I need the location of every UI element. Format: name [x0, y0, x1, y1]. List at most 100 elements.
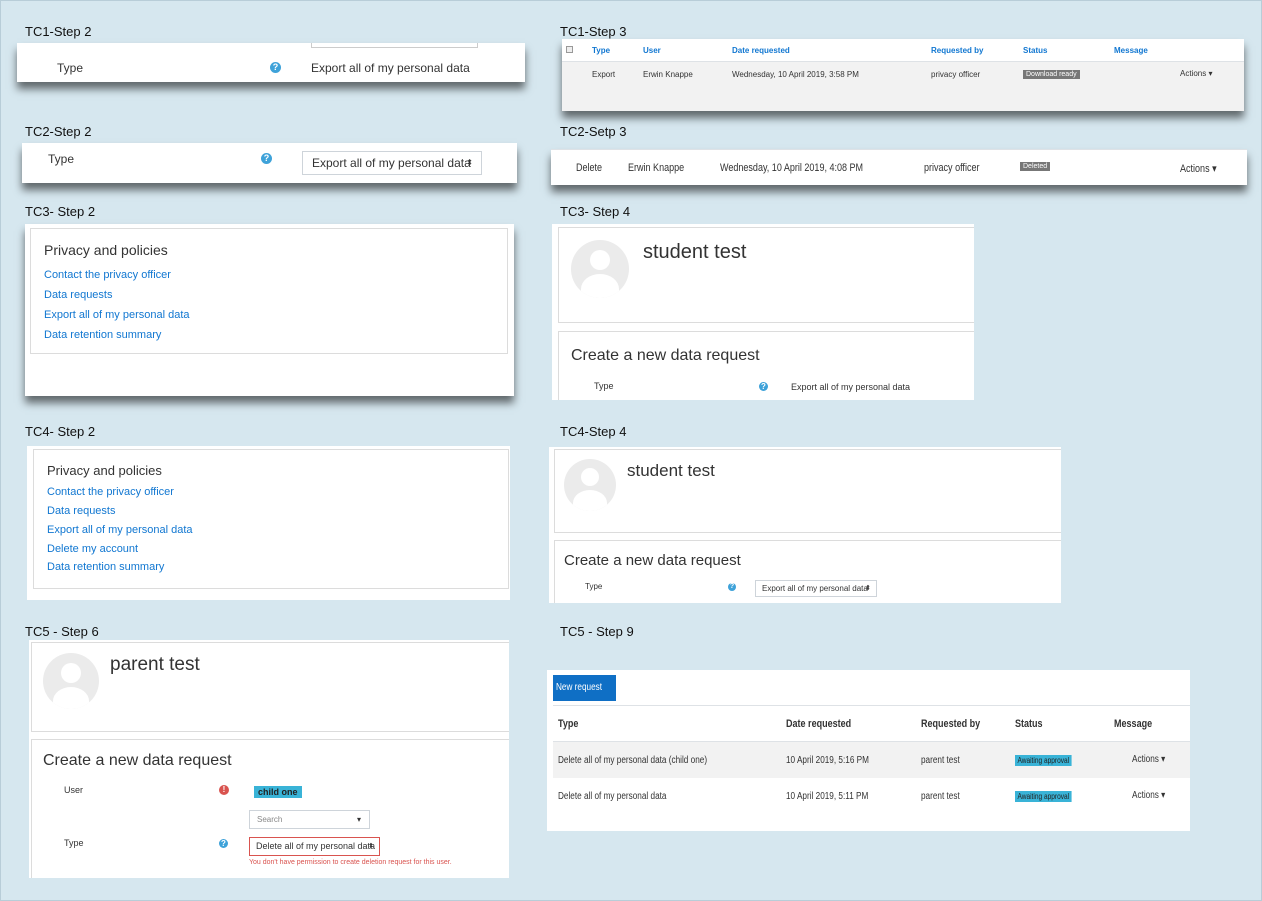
- avatar: [571, 240, 629, 298]
- help-icon[interactable]: ?: [728, 583, 736, 591]
- col-message[interactable]: Message: [1114, 46, 1148, 55]
- col-type[interactable]: Type: [558, 718, 578, 730]
- col-date-requested[interactable]: Date requested: [732, 46, 790, 55]
- table-top-border: [553, 705, 1190, 706]
- help-icon[interactable]: ?: [261, 153, 272, 164]
- row-type: Delete: [576, 162, 603, 174]
- status-badge: Deleted: [1020, 162, 1051, 171]
- actions-menu[interactable]: Actions ▾: [1180, 162, 1217, 175]
- row-type: Export: [592, 70, 616, 79]
- row-date: 10 April 2019, 5:11 PM: [786, 791, 869, 802]
- link-export-personal-data[interactable]: Export all of my personal data: [47, 524, 193, 536]
- link-contact-privacy-officer[interactable]: Contact the privacy officer: [47, 486, 174, 498]
- row-date: Wednesday, 10 April 2019, 3:58 PM: [732, 70, 859, 79]
- actions-menu[interactable]: Actions ▾: [1180, 69, 1212, 78]
- row-requested-by-link[interactable]: parent test: [921, 791, 960, 802]
- dropdown-caret-icon: ▾: [1161, 790, 1166, 801]
- row-user-link[interactable]: Erwin Knappe: [628, 162, 684, 174]
- avatar: [564, 459, 616, 511]
- link-data-requests[interactable]: Data requests: [44, 289, 112, 301]
- row-requested-by-link[interactable]: parent test: [921, 755, 960, 766]
- tc5-step6-panel: parent test Create a new data request Us…: [29, 640, 509, 878]
- profile-name: student test: [643, 241, 747, 263]
- tc3-step2-panel: Privacy and policies Contact the privacy…: [25, 224, 514, 396]
- actions-label: Actions: [1180, 163, 1210, 175]
- type-value: Export all of my personal data: [311, 61, 470, 75]
- actions-menu[interactable]: Actions ▾: [1132, 754, 1165, 765]
- dropdown-caret-icon: ▾: [356, 815, 361, 824]
- link-contact-privacy-officer[interactable]: Contact the privacy officer: [44, 269, 171, 281]
- data-request-form: Create a new data request User ! child o…: [31, 739, 509, 878]
- search-placeholder: Search: [257, 815, 283, 824]
- table-row: Delete all of my personal data (child on…: [553, 741, 1190, 779]
- type-select[interactable]: Export all of my personal data ⬍: [302, 151, 482, 175]
- table-header: Type User Date requested Requested by St…: [562, 39, 1244, 62]
- type-select[interactable]: Export all of my personal data ⬍: [755, 580, 877, 597]
- row-user-link[interactable]: Erwin Knappe: [643, 70, 693, 79]
- link-export-personal-data[interactable]: Export all of my personal data: [44, 309, 190, 321]
- user-chip[interactable]: child one: [254, 786, 302, 798]
- profile-header: parent test: [31, 642, 509, 732]
- profile-header: student test: [558, 227, 974, 323]
- status-badge: Download ready: [1023, 70, 1080, 79]
- form-title: Create a new data request: [43, 752, 232, 769]
- col-date-requested[interactable]: Date requested: [786, 718, 851, 730]
- help-icon[interactable]: ?: [759, 382, 768, 391]
- row-date: Wednesday, 10 April 2019, 4:08 PM: [720, 162, 864, 174]
- caption-tc3-step4: TC3- Step 4: [560, 204, 631, 219]
- col-user[interactable]: User: [643, 46, 661, 55]
- table-row: Export Erwin Knappe Wednesday, 10 April …: [562, 62, 1244, 111]
- row-type: Delete all of my personal data: [558, 791, 667, 802]
- col-status[interactable]: Status: [1023, 46, 1047, 55]
- new-request-button[interactable]: New request: [553, 675, 616, 701]
- type-select[interactable]: Delete all of my personal data ⬍: [249, 837, 380, 856]
- help-icon[interactable]: ?: [270, 62, 281, 73]
- data-request-form: Create a new data request Type ? Export …: [554, 540, 1061, 603]
- status-badge: Awaiting approval: [1015, 755, 1072, 766]
- caption-tc3-step2: TC3- Step 2: [25, 204, 96, 219]
- row-type: Delete all of my personal data (child on…: [558, 755, 708, 766]
- caption-tc2-step2: TC2-Step 2: [25, 124, 92, 139]
- tc1-step3-table: Type User Date requested Requested by St…: [562, 39, 1244, 111]
- privacy-card: Privacy and policies Contact the privacy…: [30, 228, 508, 354]
- actions-label: Actions: [1132, 754, 1159, 765]
- table-row: Delete all of my personal data 10 April …: [553, 778, 1190, 814]
- error-message: You don't have permission to create dele…: [249, 859, 452, 866]
- row-date: 10 April 2019, 5:16 PM: [786, 755, 869, 766]
- tc2-step3-row: Delete Erwin Knappe Wednesday, 10 April …: [551, 149, 1247, 185]
- help-icon[interactable]: ?: [219, 839, 228, 848]
- col-status[interactable]: Status: [1015, 718, 1043, 730]
- tc3-step4-panel: student test Create a new data request T…: [552, 224, 974, 400]
- new-request-label: New request: [556, 682, 603, 693]
- link-delete-my-account[interactable]: Delete my account: [47, 543, 138, 555]
- tc4-step4-panel: student test Create a new data request T…: [549, 447, 1061, 603]
- caption-tc4-step4: TC4-Step 4: [560, 424, 627, 439]
- type-select-value: Delete all of my personal data: [256, 841, 376, 851]
- row-requested-by-link[interactable]: privacy officer: [924, 162, 979, 174]
- col-requested-by[interactable]: Requested by: [921, 718, 980, 730]
- user-label: User: [64, 785, 84, 795]
- actions-label: Actions: [1180, 69, 1207, 78]
- previous-field-edge: [311, 43, 478, 48]
- avatar: [43, 653, 99, 709]
- link-data-retention-summary[interactable]: Data retention summary: [44, 329, 161, 341]
- col-message[interactable]: Message: [1114, 718, 1152, 730]
- actions-menu[interactable]: Actions ▾: [1132, 790, 1165, 801]
- status-badge: Awaiting approval: [1015, 791, 1072, 802]
- type-label: Type: [48, 152, 75, 166]
- caption-tc5-step6: TC5 - Step 6: [25, 624, 99, 639]
- profile-name: student test: [627, 461, 715, 480]
- form-title: Create a new data request: [571, 347, 760, 364]
- select-caret-icon: ⬍: [466, 158, 473, 167]
- link-data-retention-summary[interactable]: Data retention summary: [47, 561, 164, 573]
- select-all-checkbox[interactable]: [566, 46, 573, 53]
- search-input[interactable]: Search ▾: [249, 810, 370, 829]
- select-caret-icon: ⬍: [368, 843, 374, 850]
- tc2-step2-panel: Type ? Export all of my personal data ⬍: [22, 143, 517, 183]
- dropdown-caret-icon: ▾: [1161, 754, 1166, 765]
- row-requested-by-link[interactable]: privacy officer: [931, 70, 980, 79]
- col-type[interactable]: Type: [592, 46, 610, 55]
- link-data-requests[interactable]: Data requests: [47, 505, 115, 517]
- col-requested-by[interactable]: Requested by: [931, 46, 983, 55]
- caption-tc1-step3: TC1-Step 3: [560, 24, 627, 39]
